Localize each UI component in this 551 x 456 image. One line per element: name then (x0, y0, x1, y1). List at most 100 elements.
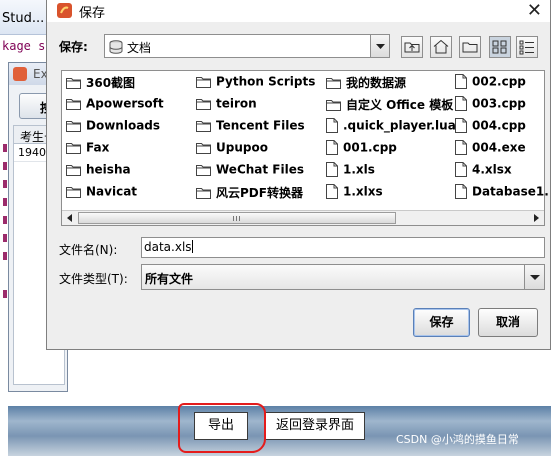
filename-label: 文件名(N): (59, 243, 118, 257)
list-item[interactable]: 自定义 Office 模板 (326, 96, 453, 114)
list-item[interactable]: 002.cpp (455, 74, 526, 92)
list-item[interactable]: 001.cpp (326, 140, 397, 158)
list-item[interactable]: 4.xlsx (455, 162, 512, 180)
filetype-combo[interactable]: 所有文件 (141, 264, 545, 290)
list-view-button[interactable] (489, 36, 511, 58)
file-icon (455, 74, 467, 89)
list-view-icon (492, 40, 507, 54)
ide-title: Stud... (2, 11, 45, 26)
up-folder-icon (404, 42, 420, 53)
folder-icon (326, 99, 341, 111)
filename-value: data.xls (144, 240, 192, 254)
list-item[interactable]: 004.cpp (455, 118, 526, 136)
file-name: Apowersoft (86, 96, 164, 111)
file-name: Database1. (472, 184, 549, 199)
file-name: 自定义 Office 模板 (346, 98, 454, 112)
file-name: Navicat (86, 184, 138, 199)
file-icon (326, 162, 338, 177)
filetype-value: 所有文件 (145, 272, 194, 286)
close-icon[interactable]: ✕ (527, 0, 542, 21)
file-icon (326, 184, 338, 199)
folder-icon (66, 98, 81, 110)
file-icon (455, 140, 467, 155)
chevron-down-icon[interactable] (524, 265, 544, 289)
details-view-button[interactable] (516, 36, 538, 58)
list-item[interactable]: .quick_player.lua (326, 118, 456, 136)
scroll-left-icon[interactable] (65, 213, 75, 223)
disk-icon (109, 40, 123, 54)
folder-icon (66, 120, 81, 132)
chevron-down-icon[interactable] (370, 35, 389, 57)
folder-icon (66, 164, 81, 176)
list-item[interactable]: Python Scripts (196, 74, 315, 92)
file-name: teiron (216, 96, 257, 111)
home-icon (433, 39, 449, 54)
save-button[interactable]: 保存 (413, 308, 470, 337)
export-button[interactable]: 导出 (194, 412, 248, 440)
new-folder-icon (462, 42, 478, 53)
file-name: Python Scripts (216, 74, 316, 89)
folder-icon (196, 142, 211, 154)
save-in-combo[interactable]: 文档 (104, 34, 390, 58)
new-folder-button[interactable] (459, 36, 481, 58)
list-item[interactable]: Downloads (66, 118, 160, 136)
text-caret (191, 240, 193, 253)
file-icon (455, 118, 467, 133)
list-item[interactable]: Upupoo (196, 140, 268, 158)
folder-icon (196, 76, 211, 88)
list-item[interactable]: 360截图 (66, 74, 135, 92)
java-app-icon (57, 3, 72, 18)
list-item[interactable]: Tencent Files (196, 118, 305, 136)
dialog-title: 保存 (79, 6, 106, 21)
file-list[interactable]: 360截图 Apowersoft Downloads Fax heisha Na… (61, 70, 549, 226)
list-item[interactable]: Apowersoft (66, 96, 164, 114)
folder-icon (66, 142, 81, 154)
list-item[interactable]: Navicat (66, 184, 137, 202)
file-name: 1.xls (343, 162, 375, 177)
back-to-login-button[interactable]: 返回登录界面 (265, 412, 365, 440)
list-item[interactable]: teiron (196, 96, 257, 114)
file-name: Tencent Files (216, 118, 305, 133)
scrollbar-thumb[interactable] (78, 212, 396, 224)
code-text: kage s (2, 39, 46, 53)
file-icon (326, 140, 338, 155)
details-view-icon (519, 40, 534, 55)
list-item[interactable]: Fax (66, 140, 109, 158)
watermark: CSDN @小鸿的摸鱼日常 (396, 433, 519, 446)
folder-icon (66, 77, 81, 89)
horizontal-scrollbar[interactable] (62, 210, 544, 225)
list-item[interactable]: 1.xls (326, 162, 375, 180)
list-item[interactable]: Database1. (455, 184, 549, 202)
list-item[interactable]: 风云PDF转换器 (196, 184, 303, 202)
file-name: 风云PDF转换器 (216, 186, 303, 200)
file-name: 1.xlxs (343, 184, 383, 199)
filename-input[interactable]: data.xls (141, 237, 545, 258)
file-name: Downloads (86, 118, 161, 133)
file-name: 4.xlsx (472, 162, 512, 177)
file-name: 004.exe (472, 140, 526, 155)
folder-icon (326, 77, 341, 89)
list-item[interactable]: heisha (66, 162, 131, 180)
dialog-titlebar: 保存 ✕ (47, 0, 550, 22)
file-name: Fax (86, 140, 110, 155)
cancel-button[interactable]: 取消 (478, 308, 538, 337)
file-name: 001.cpp (343, 140, 397, 155)
list-item[interactable]: 004.exe (455, 140, 526, 158)
folder-icon (196, 120, 211, 132)
list-item[interactable]: 我的数据源 (326, 74, 406, 92)
file-icon (455, 184, 467, 199)
folder-icon (196, 98, 211, 110)
folder-icon (196, 164, 211, 176)
filetype-label: 文件类型(T): (59, 272, 128, 286)
file-name: 003.cpp (472, 96, 526, 111)
save-dialog: 保存 ✕ 保存: 文档 360截图 Apowersoft Downloads F… (46, 0, 551, 350)
file-icon (455, 96, 467, 111)
editor-gutter (0, 140, 8, 320)
scroll-right-icon[interactable] (531, 213, 541, 223)
list-item[interactable]: WeChat Files (196, 162, 304, 180)
list-item[interactable]: 1.xlxs (326, 184, 383, 202)
save-in-value: 文档 (127, 41, 152, 55)
list-item[interactable]: 003.cpp (455, 96, 526, 114)
home-button[interactable] (430, 36, 452, 58)
up-folder-button[interactable] (401, 36, 423, 58)
